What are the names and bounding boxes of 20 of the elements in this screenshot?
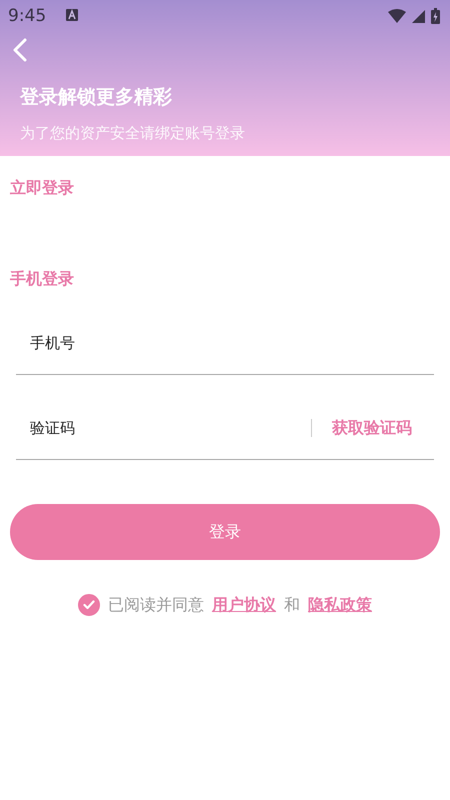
login-button[interactable]: 登录 [10, 504, 440, 560]
header-title: 登录解锁更多精彩 [20, 85, 173, 110]
section-title: 立即登录 [10, 178, 75, 199]
agreement-text: 已阅读并同意 [108, 594, 204, 616]
user-agreement-link[interactable]: 用户协议 [212, 594, 276, 616]
get-code-link[interactable]: 获取验证码 [332, 418, 412, 438]
header-subtitle: 为了您的资产安全请绑定账号登录 [20, 124, 246, 143]
battery-icon [431, 8, 440, 24]
phone-input-field[interactable]: 手机号 [16, 334, 434, 352]
agree-checkbox[interactable] [78, 594, 100, 616]
wifi-icon [388, 9, 406, 23]
conjunction-text: 和 [284, 594, 300, 616]
status-time: 9:45 [8, 6, 46, 26]
notification-icon [66, 9, 78, 21]
signal-icon [412, 10, 425, 22]
section-title: 手机登录 [10, 269, 75, 290]
back-button[interactable] [12, 38, 28, 64]
privacy-policy-link[interactable]: 隐私政策 [308, 594, 372, 616]
code-input-field[interactable]: 验证码 [16, 419, 311, 437]
checkmark-icon [83, 600, 95, 610]
